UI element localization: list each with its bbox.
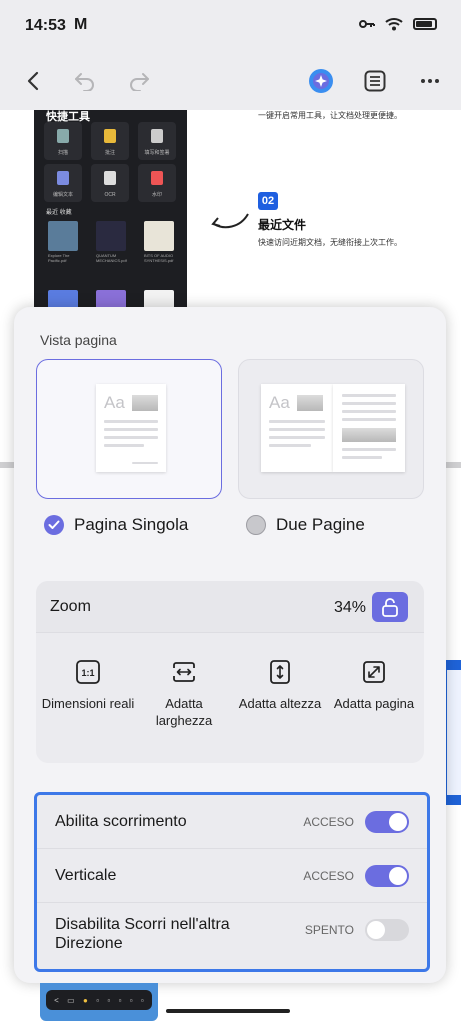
fit-height-label: Adatta altezza xyxy=(238,696,322,711)
mock-tool: 水印 xyxy=(138,164,176,202)
wifi-icon xyxy=(385,18,403,31)
battery-icon xyxy=(413,18,437,30)
mock-tool: 扫描 xyxy=(44,122,82,160)
disable-other-direction-label: Disabilita Scorri nell'altra Direzione xyxy=(55,916,230,952)
single-page-card[interactable]: Aa xyxy=(36,359,222,499)
feature-text: 一键开启常用工具，让文档处理更便捷。 xyxy=(258,111,402,120)
vertical-state: ACCESO xyxy=(303,869,354,883)
feature-text: 快速访问近期文档，无缝衔接上次工作。 xyxy=(258,238,402,247)
mock-thumb xyxy=(96,221,126,251)
page-preview-right xyxy=(333,384,405,472)
zoom-lock-button[interactable] xyxy=(372,592,408,622)
outline-icon[interactable] xyxy=(360,66,390,96)
home-indicator[interactable] xyxy=(166,1009,290,1013)
radio-unchecked-icon[interactable] xyxy=(246,515,266,535)
enable-scroll-state: ACCESO xyxy=(303,815,354,829)
mock-tool: 批注 xyxy=(91,122,129,160)
status-bar: 14:53 M xyxy=(0,0,461,52)
status-time: 14:53 xyxy=(25,17,66,34)
gmail-notification-icon: M xyxy=(74,16,88,33)
zoom-header: Zoom 34% xyxy=(36,581,424,633)
fit-height-button[interactable]: Adatta altezza xyxy=(232,659,328,712)
app-screenshot-illustration: 快捷工具 扫描 批注 填写和签署 编辑文本 OCR 水印 最近 收藏 Explo… xyxy=(34,110,187,325)
mock-thumb xyxy=(144,221,174,251)
fit-page-icon xyxy=(363,661,385,683)
toolbar xyxy=(0,52,461,110)
page-preview: Aa xyxy=(96,384,166,472)
unlock-icon xyxy=(382,598,398,617)
double-page-card[interactable]: Aa xyxy=(238,359,424,499)
more-icon[interactable] xyxy=(415,66,445,96)
enable-scroll-toggle[interactable] xyxy=(365,811,409,833)
actual-size-icon: 1:1 xyxy=(76,660,100,684)
vertical-toggle[interactable] xyxy=(365,865,409,887)
sheet-title: Vista pagina xyxy=(40,332,117,348)
scroll-settings-panel: Abilita scorrimento ACCESO Verticale ACC… xyxy=(34,792,430,972)
undo-icon[interactable] xyxy=(70,66,100,96)
radio-checked-icon[interactable] xyxy=(44,515,64,535)
feature-number-badge: 02 xyxy=(258,192,278,210)
fit-page-label: Adatta pagina xyxy=(333,696,415,711)
enable-scroll-label: Abilita scorrimento xyxy=(55,813,187,830)
double-page-option[interactable]: Due Pagine xyxy=(246,515,365,535)
disable-other-direction-state: SPENTO xyxy=(304,923,354,937)
redo-icon[interactable] xyxy=(124,66,154,96)
enable-scroll-row: Abilita scorrimento ACCESO xyxy=(37,795,427,849)
actual-size-button[interactable]: 1:1 Dimensioni reali xyxy=(40,659,136,712)
fit-width-button[interactable]: Adatta larghezza xyxy=(136,659,232,729)
fit-height-icon xyxy=(270,660,290,684)
ai-assistant-icon[interactable] xyxy=(306,66,336,96)
zoom-label: Zoom xyxy=(50,598,91,615)
mock-thumb xyxy=(48,221,78,251)
page-view-sheet: Vista pagina Aa Aa Pagina Singola Due Pa… xyxy=(14,307,446,983)
double-page-label: Due Pagine xyxy=(276,515,365,534)
fit-width-label: Adatta larghezza xyxy=(155,696,213,728)
actual-size-label: Dimensioni reali xyxy=(41,696,135,711)
svg-text:1:1: 1:1 xyxy=(81,668,94,678)
arrow-icon xyxy=(211,213,249,229)
disable-other-direction-row: Disabilita Scorri nell'altra Direzione S… xyxy=(37,903,427,969)
single-page-option[interactable]: Pagina Singola xyxy=(44,515,188,535)
zoom-panel: Zoom 34% 1:1 Dimensioni reali Adatta lar… xyxy=(36,581,424,763)
zoom-value: 34% xyxy=(333,599,366,616)
underlying-toolbar-preview: < ▭ ● ▫ ▫ ▫ ▫ ▫ xyxy=(46,990,152,1010)
single-page-label: Pagina Singola xyxy=(74,515,189,534)
mock-tool: 编辑文本 xyxy=(44,164,82,202)
fit-page-button[interactable]: Adatta pagina xyxy=(326,659,422,712)
key-icon xyxy=(359,20,375,28)
fit-width-icon xyxy=(173,662,195,682)
mock-section: 最近 收藏 xyxy=(46,210,72,216)
underlying-page-edge xyxy=(447,670,461,795)
feature-title: 最近文件 xyxy=(258,218,307,232)
mock-tool: OCR xyxy=(91,164,129,202)
vertical-row: Verticale ACCESO xyxy=(37,849,427,903)
back-icon[interactable] xyxy=(18,66,48,96)
disable-other-direction-toggle[interactable] xyxy=(365,919,409,941)
mock-tool: 填写和签署 xyxy=(138,122,176,160)
vertical-label: Verticale xyxy=(55,867,117,884)
page-preview-left: Aa xyxy=(261,384,333,472)
